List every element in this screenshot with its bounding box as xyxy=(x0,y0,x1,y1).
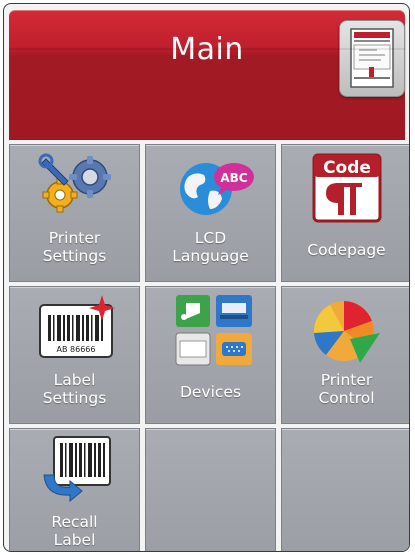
globe-abc-icon: ABC xyxy=(180,163,254,215)
label-line-2: Label xyxy=(53,531,96,549)
tile-label: Recall Label xyxy=(10,513,139,549)
label-line-1: Codepage xyxy=(307,241,386,259)
tile-lcd-language[interactable]: ABC LCD Language xyxy=(145,144,276,282)
barcode-label-icon: AB 86666 xyxy=(39,295,115,358)
menu-grid: Printer Settings ABC LCD Language Code C… xyxy=(9,144,409,551)
code-pilcrow-icon: Code xyxy=(312,153,382,223)
gears-wrench-icon xyxy=(38,153,111,213)
empty-tile xyxy=(145,428,276,551)
tile-label: Label Settings xyxy=(10,371,139,407)
printer-icon xyxy=(350,28,394,88)
label-line-1: Label xyxy=(53,371,96,389)
label-line-1: LCD xyxy=(194,229,227,247)
label-line-2: Control xyxy=(318,389,375,407)
tile-printer-control[interactable]: Printer Control xyxy=(281,286,409,424)
label-line-2: Settings xyxy=(42,389,107,407)
tile-label-settings[interactable]: AB 86666 Label Settings xyxy=(9,286,140,424)
recall-barcode-icon xyxy=(43,436,111,503)
label-line-1: Devices xyxy=(179,383,242,401)
label-line-1: Printer xyxy=(320,371,373,389)
label-line-2: Language xyxy=(172,247,249,265)
label-line-2: Settings xyxy=(42,247,107,265)
header-bar: Main xyxy=(9,10,405,140)
main-menu-window: Main Printer Settings ABC LCD Language C… xyxy=(3,3,410,552)
label-line-1: Recall xyxy=(51,513,98,531)
tile-label: Printer Control xyxy=(282,371,409,407)
empty-tile xyxy=(281,428,409,551)
pie-chart-icon xyxy=(313,301,380,363)
tile-label: LCD Language xyxy=(146,229,275,265)
tile-label: Devices xyxy=(146,383,275,401)
tile-printer-settings[interactable]: Printer Settings xyxy=(9,144,140,282)
tile-label: Printer Settings xyxy=(10,229,139,265)
svg-text:Code: Code xyxy=(323,158,371,178)
tile-recall-label[interactable]: Recall Label xyxy=(9,428,140,551)
label-line-1: Printer xyxy=(48,229,101,247)
tile-codepage[interactable]: Code Codepage xyxy=(281,144,409,282)
tile-label: Codepage xyxy=(282,241,409,259)
barcode-text: AB 86666 xyxy=(57,345,96,354)
printer-button[interactable] xyxy=(339,20,405,97)
devices-icon xyxy=(175,295,252,366)
tile-devices[interactable]: Devices xyxy=(145,286,276,424)
svg-text:ABC: ABC xyxy=(220,171,247,185)
